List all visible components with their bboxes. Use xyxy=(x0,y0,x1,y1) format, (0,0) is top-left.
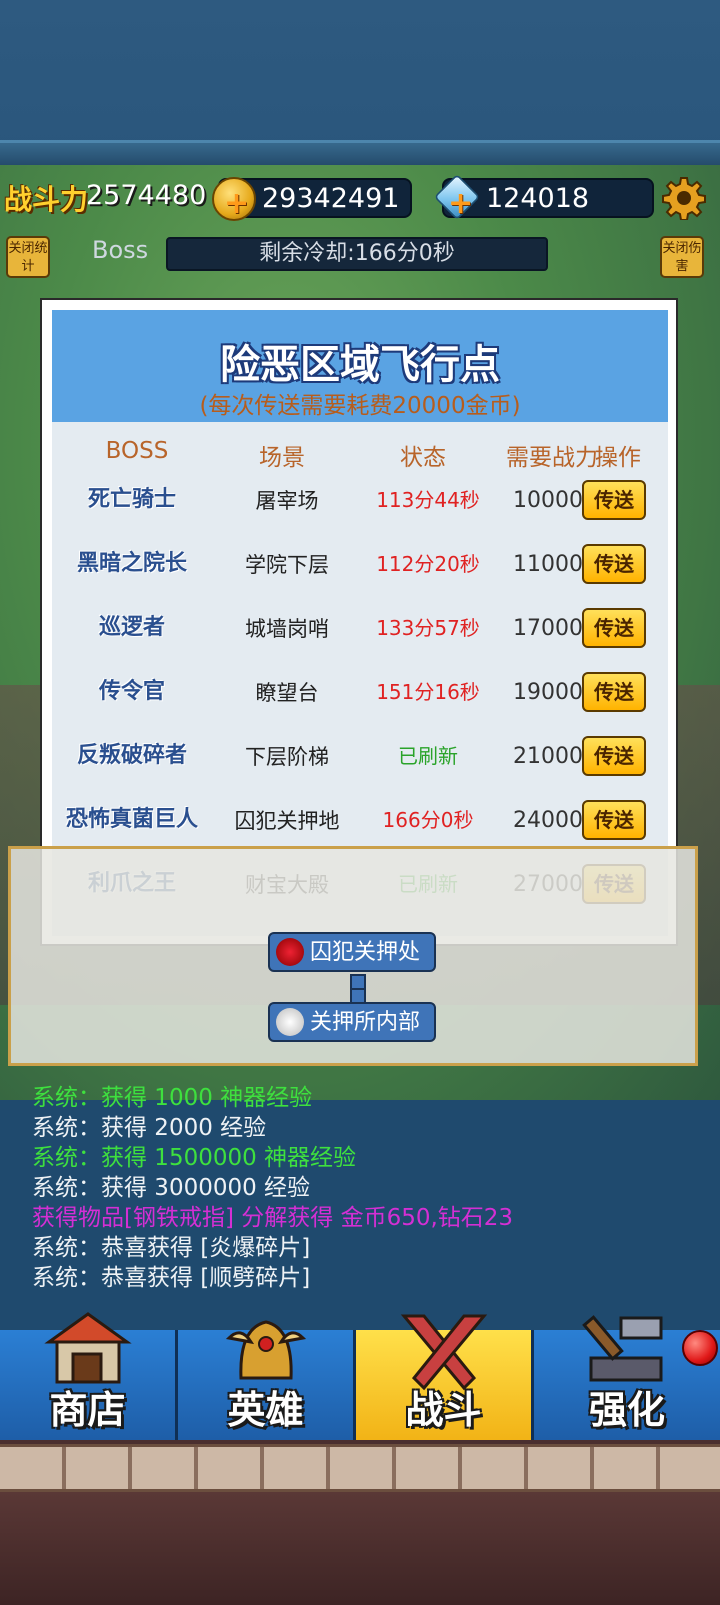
boss-scene: 瞭望台 xyxy=(255,681,319,705)
tab-shop[interactable]: 商店 xyxy=(0,1312,178,1440)
gold-counter[interactable]: + 29342491 xyxy=(212,177,412,221)
boss-row: 反叛破碎者 下层阶梯 已刷新 2100000 传送 xyxy=(52,724,668,788)
gold-value: 29342491 xyxy=(262,183,400,214)
notification-dot xyxy=(682,1330,718,1366)
bottom-navigation: 商店 英雄 战斗 强化 xyxy=(0,1312,720,1440)
tab-label: 强化 xyxy=(588,1388,665,1432)
boss-cooldown: 剩余冷却:166分0秒 xyxy=(166,237,548,271)
tab-battle[interactable]: 战斗 xyxy=(356,1314,534,1440)
boss-scene: 屠宰场 xyxy=(255,489,319,513)
header-action: 操作 xyxy=(595,445,641,471)
map-node-label: 囚犯关押处 xyxy=(310,940,421,965)
stone-border xyxy=(0,1444,720,1492)
boss-row: 巡逻者 城墙岗哨 133分57秒 1700000 传送 xyxy=(52,596,668,660)
modal-subtitle: (每次传送需要耗费20000金币) xyxy=(199,393,521,419)
boss-name: 传令官 xyxy=(98,679,165,704)
boss-status: 166分0秒 xyxy=(382,807,474,832)
chat-log: 系统：获得 1000 神器经验 系统：获得 2000 经验系统：获得 150000… xyxy=(32,1083,712,1293)
tab-label: 英雄 xyxy=(227,1388,304,1432)
boss-scene: 囚犯关押地 xyxy=(234,809,340,833)
gem-value: 124018 xyxy=(486,183,590,214)
tab-label: 商店 xyxy=(49,1388,126,1432)
modal-header: 险恶区域飞行点 (每次传送需要耗费20000金币) xyxy=(52,310,668,422)
add-gold-icon[interactable]: + xyxy=(224,189,249,219)
map-node-prison-holding[interactable]: 囚犯关押处 xyxy=(268,932,436,972)
teleport-button[interactable]: 传送 xyxy=(582,736,646,776)
tab-label: 战斗 xyxy=(405,1388,482,1432)
chat-message: 系统：获得 2000 经验 xyxy=(32,1115,267,1141)
boss-label: Boss xyxy=(92,236,149,264)
boss-row: 死亡骑士 屠宰场 113分44秒 1000000 传送 xyxy=(52,468,668,532)
boss-name: 恐怖真菌巨人 xyxy=(65,807,198,832)
teleport-button[interactable]: 传送 xyxy=(582,608,646,648)
boss-status: 112分20秒 xyxy=(376,551,480,576)
helmet-icon xyxy=(225,1320,306,1380)
boss-status: 133分57秒 xyxy=(376,615,480,640)
header-boss: BOSS xyxy=(105,438,169,464)
tab-hero[interactable]: 英雄 xyxy=(178,1320,356,1440)
cloud-icon xyxy=(276,1008,304,1036)
boss-scene: 学院下层 xyxy=(245,553,329,577)
footer-floor xyxy=(0,1492,720,1605)
shop-icon xyxy=(43,1312,132,1384)
gem-counter[interactable]: + 124018 xyxy=(433,173,654,221)
boss-name: 反叛破碎者 xyxy=(76,743,187,768)
teleport-button[interactable]: 传送 xyxy=(582,672,646,712)
hammer-anvil-icon xyxy=(582,1315,663,1382)
boss-name: 死亡骑士 xyxy=(87,487,176,512)
map-node-prison-inner[interactable]: 关押所内部 xyxy=(268,1002,436,1042)
boss-row: 恐怖真菌巨人 囚犯关押地 166分0秒 2400000 传送 xyxy=(52,788,668,852)
teleport-button[interactable]: 传送 xyxy=(582,480,646,520)
modal-title: 险恶区域飞行点 xyxy=(220,342,500,388)
chat-message: 系统：恭喜获得 [炎爆碎片] xyxy=(32,1235,311,1261)
boss-row: 黑暗之院长 学院下层 112分20秒 1100000 传送 xyxy=(52,532,668,596)
boss-status: 已刷新 xyxy=(398,743,458,768)
chat-message: 系统：获得 1000 神器经验 xyxy=(32,1085,313,1111)
boss-name: 黑暗之院长 xyxy=(76,551,187,576)
header-status: 状态 xyxy=(400,445,446,471)
gear-icon[interactable] xyxy=(662,176,706,220)
chat-message: 系统：恭喜获得 [顺劈碎片] xyxy=(32,1265,311,1291)
close-stats-button[interactable]: 关闭统计 xyxy=(6,236,50,278)
top-stats-bar: 战斗力 2574480 + 29342491 + 124018 xyxy=(0,172,720,224)
boss-status: 113分44秒 xyxy=(376,487,480,512)
combat-power-label: 战斗力 xyxy=(4,183,89,216)
close-damage-button[interactable]: 关闭伤害 xyxy=(660,236,704,278)
teleport-button[interactable]: 传送 xyxy=(582,544,646,584)
modal-body: 险恶区域飞行点 (每次传送需要耗费20000金币) BOSS 场景 状态 需要战… xyxy=(52,310,668,936)
chat-message: 系统：获得 1500000 神器经验 xyxy=(32,1145,357,1171)
add-gem-icon[interactable]: + xyxy=(448,189,473,219)
chat-message: 获得物品[钢铁戒指] 分解获得 金币650,钻石23 xyxy=(32,1205,514,1231)
boss-name: 巡逻者 xyxy=(98,615,165,640)
boss-scene: 城墙岗哨 xyxy=(245,617,329,641)
header-scene: 场景 xyxy=(259,445,305,471)
map-node-label: 关押所内部 xyxy=(310,1010,421,1035)
boss-row: 传令官 瞭望台 151分16秒 1900000 传送 xyxy=(52,660,668,724)
chat-message: 系统：获得 3000000 经验 xyxy=(32,1175,311,1201)
demon-icon xyxy=(276,938,304,966)
boss-scene: 下层阶梯 xyxy=(245,745,329,769)
combat-power-value: 2574480 xyxy=(86,180,207,211)
teleport-button[interactable]: 传送 xyxy=(582,800,646,840)
boss-status: 151分16秒 xyxy=(376,679,480,704)
